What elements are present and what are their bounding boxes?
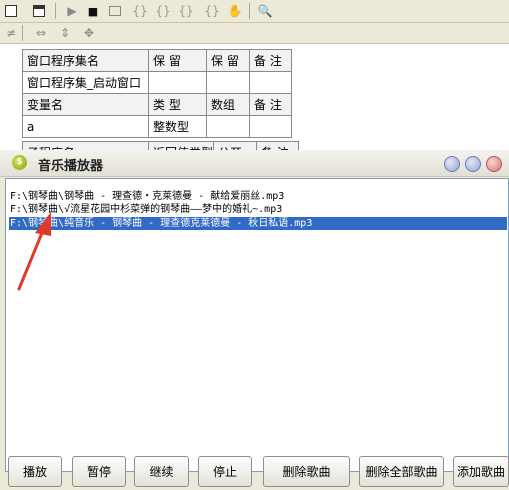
table-cell: 窗口程序集名: [22, 49, 149, 72]
table-cell: 保 留: [206, 49, 250, 72]
pause-button[interactable]: 暂停: [72, 456, 126, 487]
table-cell[interactable]: [206, 71, 250, 94]
maximize-button[interactable]: [465, 156, 481, 172]
step-into-icon[interactable]: [106, 2, 124, 20]
resume-button[interactable]: 继续: [134, 456, 189, 487]
layout-toolbar: ≠ ⇔ ⇕ ✥: [0, 23, 509, 44]
playlist-listbox[interactable]: F:\钢琴曲\钢琴曲 - 理查德・克莱德曼 - 献给爱丽丝.mp3 F:\钢琴曲…: [5, 178, 509, 472]
stop-icon[interactable]: ■: [84, 2, 102, 20]
playlist-item[interactable]: F:\钢琴曲\√流星花园中杉菜弹的钢琴曲——梦中的婚礼~.mp3: [9, 203, 507, 216]
hand-icon[interactable]: ✋: [226, 2, 244, 20]
table-cell: 保 留: [148, 49, 207, 72]
table-cell[interactable]: [249, 115, 292, 138]
step-over-icon[interactable]: {}: [131, 2, 149, 20]
playlist-item[interactable]: F:\钢琴曲\钢琴曲 - 理查德・克莱德曼 - 献给爱丽丝.mp3: [9, 190, 507, 203]
table-cell[interactable]: a: [22, 115, 149, 138]
table-cell: 备 注: [249, 49, 292, 72]
table-cell[interactable]: [249, 71, 292, 94]
table-cell: 类 型: [148, 93, 207, 116]
table-cell[interactable]: [206, 115, 250, 138]
size-height-icon[interactable]: ⇕: [56, 24, 74, 42]
run-icon[interactable]: ▶: [63, 2, 81, 20]
table-cell: 变量名: [22, 93, 149, 116]
close-button[interactable]: [486, 156, 502, 172]
window-title: 音乐播放器: [38, 159, 104, 174]
window-icon[interactable]: [2, 2, 20, 20]
play-button[interactable]: 播放: [8, 456, 62, 487]
table-row[interactable]: a 整数型: [22, 115, 292, 138]
layout-icon[interactable]: [30, 2, 48, 20]
delete-all-songs-button[interactable]: 删除全部歌曲: [359, 456, 444, 487]
breakpoint-icon[interactable]: {}: [203, 2, 221, 20]
delete-song-button[interactable]: 删除歌曲: [263, 456, 350, 487]
align-icon[interactable]: ≠: [2, 24, 20, 42]
table-row[interactable]: 窗口程序集_启动窗口: [22, 71, 292, 94]
table-cell[interactable]: 整数型: [148, 115, 207, 138]
music-player-window: $ 音乐播放器 F:\钢琴曲\钢琴曲 - 理查德・克莱德曼 - 献给爱丽丝.mp…: [0, 150, 509, 490]
step-out-icon[interactable]: {}: [154, 2, 172, 20]
assembly-table: 窗口程序集名 保 留 保 留 备 注 窗口程序集_启动窗口 变量名 类 型 数组…: [22, 49, 292, 138]
stop-button[interactable]: 停止: [198, 456, 252, 487]
minimize-button[interactable]: [444, 156, 460, 172]
size-both-icon[interactable]: ✥: [80, 24, 98, 42]
table-row: 变量名 类 型 数组 备 注: [22, 93, 292, 116]
table-cell[interactable]: [148, 71, 207, 94]
run-to-cursor-icon[interactable]: {}: [177, 2, 195, 20]
table-row: 窗口程序集名 保 留 保 留 备 注: [22, 49, 292, 72]
table-cell: 数组: [206, 93, 250, 116]
main-toolbar: ▶ ■ {} {} {} {} ✋ 🔍: [0, 0, 509, 23]
table-cell: 备 注: [249, 93, 292, 116]
find-icon[interactable]: 🔍: [256, 2, 274, 20]
title-bar[interactable]: $ 音乐播放器: [0, 150, 509, 177]
add-song-button[interactable]: 添加歌曲: [453, 456, 509, 487]
size-width-icon[interactable]: ⇔: [32, 24, 50, 42]
table-cell[interactable]: 窗口程序集_启动窗口: [22, 71, 149, 94]
music-app-icon: $: [12, 155, 27, 170]
playlist-item-selected[interactable]: F:\钢琴曲\纯音乐 - 钢琴曲 - 理查德克莱德曼 - 秋日私语.mp3: [9, 217, 507, 230]
